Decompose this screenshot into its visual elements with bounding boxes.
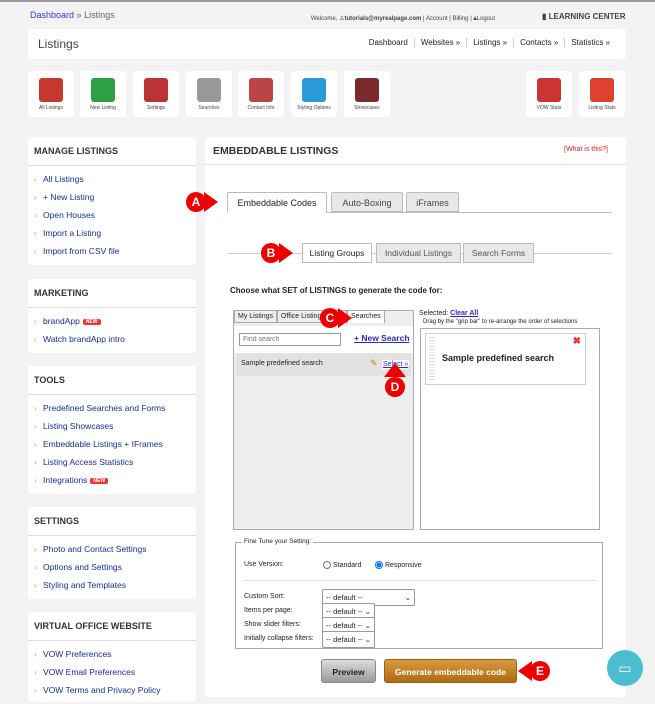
book-icon: ▮: [542, 12, 547, 21]
contact-info-icon: [249, 78, 273, 102]
nav-contacts[interactable]: Contacts »: [513, 38, 564, 47]
section-title: EMBEDDABLE LISTINGS: [213, 145, 339, 157]
callout-marker: C: [320, 308, 352, 328]
sidebar-item[interactable]: All Listings: [28, 170, 196, 188]
sidebar-item[interactable]: Embeddable Listings + IFrames: [28, 435, 196, 453]
sidebar-item[interactable]: Listing Access Statistics: [28, 453, 196, 471]
listing-stats-icon: [590, 78, 614, 102]
sidebar-section: SETTINGSPhoto and Contact SettingsOption…: [28, 507, 196, 599]
preview-button[interactable]: Preview: [321, 659, 376, 683]
nav-dashboard[interactable]: Dashboard: [363, 38, 414, 47]
tile-settings[interactable]: Settings: [133, 71, 179, 117]
new-search-link[interactable]: + New Search: [354, 333, 410, 343]
radio-standard[interactable]: Standard: [323, 561, 361, 569]
settings-icon: [144, 78, 168, 102]
account-link[interactable]: Account: [426, 16, 448, 22]
sidebar-item[interactable]: Import a Listing: [28, 224, 196, 242]
generate-code-button[interactable]: Generate embeddable code: [384, 659, 517, 683]
nav-listings[interactable]: Listings »: [466, 38, 513, 47]
fine-tune-fieldset: Fine Tune your Setting: Use Version: Sta…: [235, 538, 603, 649]
tile-contact-info[interactable]: Contact Info: [238, 71, 284, 117]
edit-pencil-icon[interactable]: ✎: [370, 358, 378, 369]
sidebar-item[interactable]: Watch brandApp intro: [28, 330, 196, 348]
tab-embeddable-codes[interactable]: Embeddable Codes: [227, 192, 327, 213]
settab-searches[interactable]: Searches: [347, 310, 385, 323]
grip-bar[interactable]: [429, 337, 435, 381]
subtab-listing-groups[interactable]: Listing Groups: [302, 243, 372, 263]
callout-marker: E: [518, 661, 550, 681]
styling-options-icon: [302, 78, 326, 102]
subtab-individual-listings[interactable]: Individual Listings: [376, 243, 461, 263]
what-is-this-link[interactable]: [What is this?]: [564, 146, 608, 153]
sidebar-item[interactable]: brandAppNEW: [28, 312, 196, 330]
radio-responsive[interactable]: Responsive: [375, 561, 422, 569]
sidebar-item[interactable]: Photo and Contact Settings: [28, 540, 196, 558]
sidebar-item[interactable]: Open Houses: [28, 206, 196, 224]
sidebar-item[interactable]: Options and Settings: [28, 558, 196, 576]
sidebar-section: MANAGE LISTINGSAll Listings+ New Listing…: [28, 137, 196, 265]
callout-marker: D: [384, 363, 406, 397]
tile-listing-stats[interactable]: Listing Stats: [579, 71, 625, 117]
page-title: Listings: [38, 37, 79, 51]
sidebar-item[interactable]: + New Listing: [28, 188, 196, 206]
sidebar-item[interactable]: Listing Showcases: [28, 417, 196, 435]
sidebar-item[interactable]: IntegrationsNEW: [28, 471, 196, 489]
main-panel: EMBEDDABLE LISTINGS [What is this?] Embe…: [205, 137, 626, 697]
all-listings-icon: [39, 78, 63, 102]
sidebar-item[interactable]: VOW Email Preferences: [28, 663, 196, 681]
sidebar-item[interactable]: VOW Preferences: [28, 645, 196, 663]
clear-all-link[interactable]: Clear All: [450, 310, 478, 317]
subtab-search-forms[interactable]: Search Forms: [463, 243, 534, 263]
showcases-icon: [355, 78, 379, 102]
sidebar-item[interactable]: Import from CSV file: [28, 242, 196, 260]
choose-heading: Choose what SET of LISTINGS to generate …: [230, 286, 443, 295]
tile-all-listings[interactable]: All Listings: [28, 71, 74, 117]
logout-link[interactable]: Logout: [477, 16, 495, 22]
new-badge: NEW: [90, 477, 109, 484]
collapse-filters-select[interactable]: -- default -- ⌄: [322, 631, 375, 648]
tab-auto-boxing[interactable]: Auto-Boxing: [331, 192, 403, 212]
sidebar-item[interactable]: Styling and Templates: [28, 576, 196, 594]
page-header: Listings Dashboard Websites » Listings »…: [28, 29, 626, 59]
drag-hint: Drag by the "grip bar" to re-arrange the…: [423, 319, 578, 325]
sidebar-section: VIRTUAL OFFICE WEBSITEVOW PreferencesVOW…: [28, 612, 196, 702]
user-bar: Welcome, ♙tutorials@myrealpage.com | Acc…: [310, 16, 495, 22]
callout-marker: B: [261, 243, 293, 263]
selected-box: Sample predefined search ✖: [420, 328, 600, 530]
new-listing-icon: [91, 78, 115, 102]
tile-vow-stats[interactable]: VOW Stats: [526, 71, 572, 117]
callout-marker: A: [186, 192, 218, 212]
new-badge: NEW: [82, 318, 101, 325]
sidebar-item[interactable]: VOW Terms and Privacy Policy: [28, 681, 196, 699]
selected-item[interactable]: Sample predefined search ✖: [425, 333, 586, 385]
searches-icon: [197, 78, 221, 102]
selected-label: Selected:: [419, 310, 449, 317]
vow-stats-icon: [537, 78, 561, 102]
breadcrumb: Dashboard » Listings: [30, 10, 115, 20]
main-nav: Dashboard Websites » Listings » Contacts…: [363, 38, 616, 47]
tab-iframes[interactable]: iFrames: [406, 192, 459, 212]
settab-my-listings[interactable]: My Listings: [234, 310, 278, 323]
set-list-box: My Listings Office Listings Searches + N…: [233, 310, 414, 530]
find-search-input[interactable]: [239, 333, 341, 346]
tile-showcases[interactable]: Showcases: [344, 71, 390, 117]
billing-link[interactable]: Billing: [453, 16, 469, 22]
tile-styling-options[interactable]: Styling Options: [291, 71, 337, 117]
tile-new-listing[interactable]: New Listing: [80, 71, 126, 117]
sidebar-item[interactable]: Predefined Searches and Forms: [28, 399, 196, 417]
nav-websites[interactable]: Websites »: [413, 38, 466, 47]
sidebar-section: MARKETINGbrandAppNEWWatch brandApp intro: [28, 279, 196, 353]
chat-icon[interactable]: ▭: [607, 650, 643, 686]
breadcrumb-dashboard[interactable]: Dashboard: [30, 10, 74, 20]
learning-center-link[interactable]: ▮ LEARNING CENTER: [542, 12, 626, 21]
tile-searches[interactable]: Searches: [186, 71, 232, 117]
remove-icon[interactable]: ✖: [573, 336, 581, 347]
nav-statistics[interactable]: Statistics »: [564, 38, 616, 47]
sidebar-section: TOOLSPredefined Searches and FormsListin…: [28, 366, 196, 494]
